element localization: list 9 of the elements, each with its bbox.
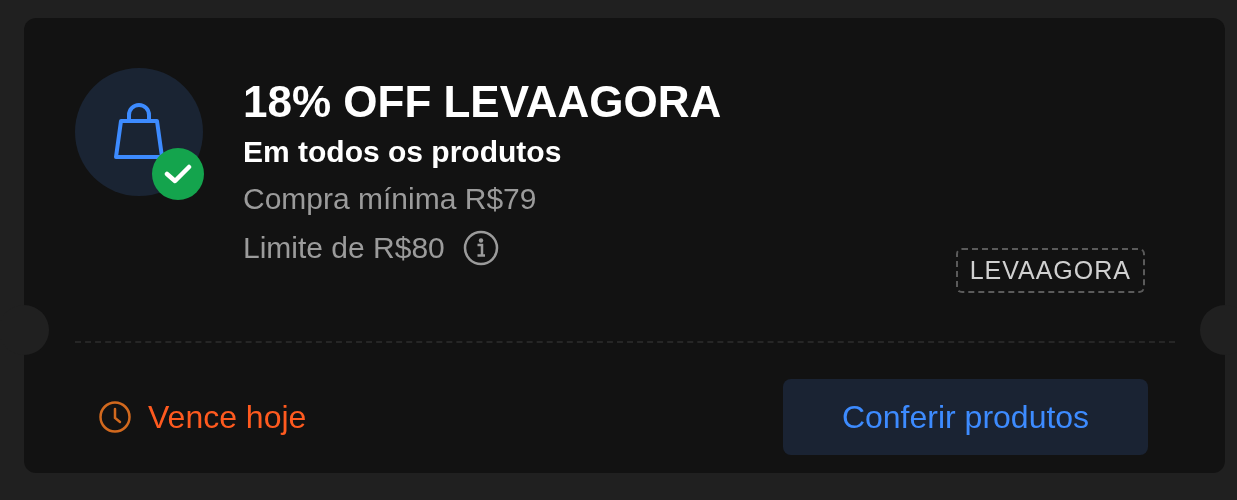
coupon-title: 18% OFF LEVAAGORA	[243, 76, 723, 128]
view-products-button[interactable]: Conferir produtos	[783, 379, 1148, 455]
coupon-scope: Em todos os produtos	[243, 134, 563, 170]
minimum-purchase: Compra mínima R$79	[243, 181, 538, 217]
clock-icon	[98, 400, 132, 434]
expiry-text: Vence hoje	[148, 398, 307, 436]
coupon-code: LEVAAGORA	[955, 248, 1145, 293]
info-icon[interactable]	[462, 229, 499, 266]
discount-limit: Limite de R$80	[243, 230, 445, 266]
